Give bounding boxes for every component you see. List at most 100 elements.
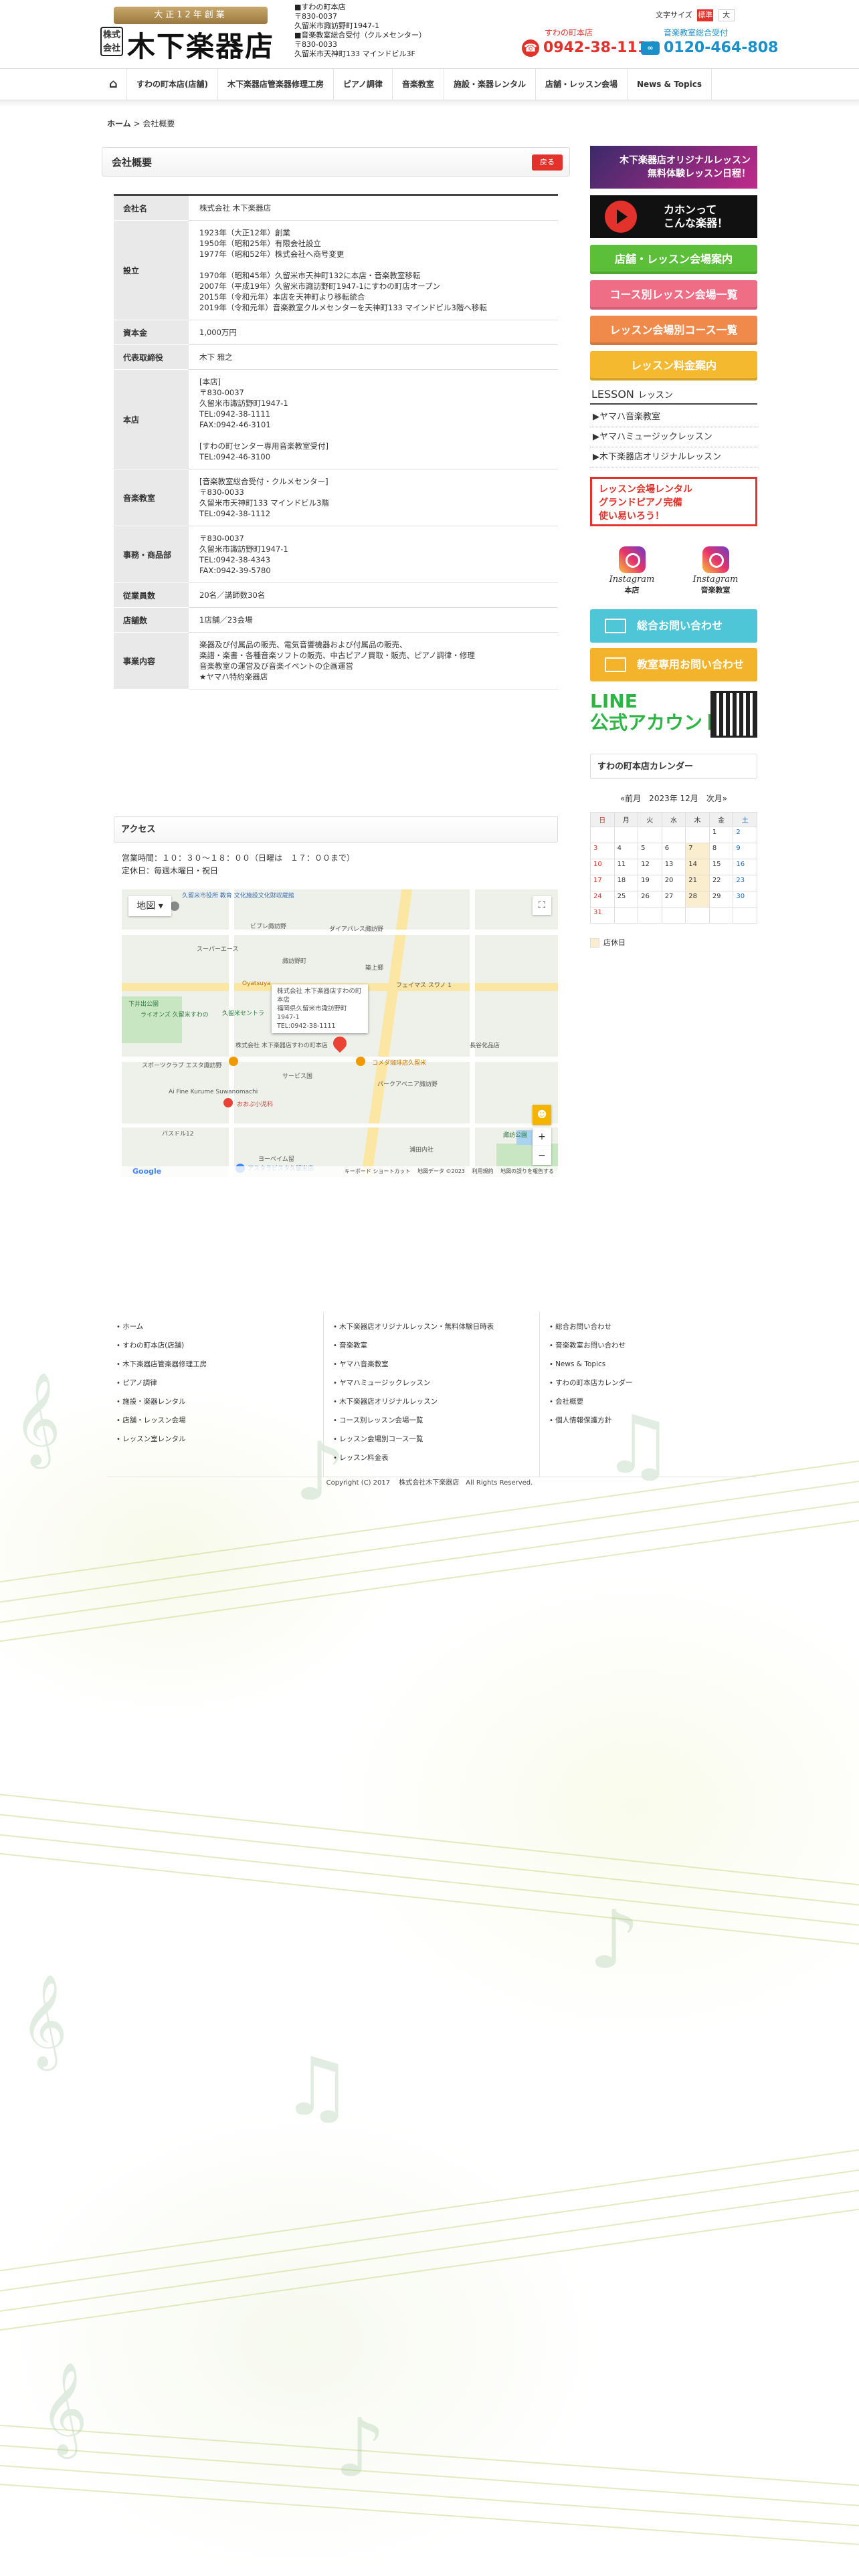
map-label: フェイマス スワノ 1 xyxy=(396,982,452,989)
calendar-table: 日月火水木金土 1 2 3 4 5 6 7 8 9 10 11 12 13 14 15 16 17 18 19 20 2… xyxy=(590,812,757,924)
map-type-button[interactable]: 地図 ▾ xyxy=(128,896,171,916)
instagram-school-link[interactable]: Instagram 音楽教室 xyxy=(682,546,749,604)
map-label: 久留米市役所 教育 文化施設文化財収蔵館 xyxy=(182,893,294,899)
instagram-store-link[interactable]: Instagram 本店 xyxy=(599,546,666,604)
footer-link[interactable]: ヤマハミュージックレッスン xyxy=(333,1374,530,1392)
banner-rental[interactable]: レッスン会場レンタル グランドピアノ完備 使い易いろう！ xyxy=(590,477,757,526)
site-footer: 𝄞 ♪ ♫ 𝄞 ♫ ♪ 𝄞 ♪ ホームすわの町本店(店舗)木下楽器店管楽器修理工… xyxy=(0,1305,859,2576)
map-shortcuts-link[interactable]: キーボード ショートカット xyxy=(345,1168,411,1174)
footer-link[interactable]: 木下楽器店管楽器修理工房 xyxy=(116,1355,314,1374)
nav-home[interactable]: ⌂ xyxy=(100,69,127,100)
calendar-day: 20 xyxy=(661,875,686,891)
footer-link[interactable]: レッスン会場別コース一覧 xyxy=(333,1430,530,1448)
calendar-week: 17 18 19 20 21 22 23 xyxy=(590,875,757,891)
calendar-day: 3 xyxy=(590,843,615,859)
calendar-weekday: 土 xyxy=(733,812,757,827)
calendar-day: 26 xyxy=(638,891,662,907)
breadcrumb-home[interactable]: ホーム xyxy=(107,119,131,128)
lesson-link-original[interactable]: ▶木下楽器店オリジナルレッスン xyxy=(590,447,757,467)
google-map[interactable]: 久留米市役所 教育 文化施設文化財収蔵館 ビブレ諏訪野 ダイアパレス諏訪野 スー… xyxy=(122,889,558,1177)
copyright: Copyright (C) 2017 株式会社木下楽器店 All Rights … xyxy=(326,1479,533,1487)
footer-link[interactable]: すわの町本店カレンダー xyxy=(549,1374,746,1392)
breadcrumb-current: 会社概要 xyxy=(142,119,175,128)
map-info-popup[interactable]: 株式会社 木下楽器店すわの町本店 福岡県久留米市諏訪野町1947-1 TEL:0… xyxy=(272,984,368,1033)
footer-link[interactable]: 総合お問い合わせ xyxy=(549,1317,746,1336)
map-label: バスドル12 xyxy=(162,1131,194,1138)
map-label: ヨーベイム留 xyxy=(258,1156,294,1163)
banner-free-trial-text: 木下楽器店オリジナルレッスン 無料体験レッスン日程！ xyxy=(619,155,751,179)
company-row: 事務・商品部 〒830-0037 久留米市諏訪野町1947-1 TEL:0942-… xyxy=(114,526,558,583)
company-row: 会社名 株式会社 木下楽器店 xyxy=(114,195,558,221)
treble-clef-icon: 𝄞 xyxy=(20,1974,68,2067)
map-terms-link[interactable]: 利用規約 xyxy=(472,1168,493,1174)
font-size-standard-button[interactable]: 標準 xyxy=(697,9,714,21)
tel-school-label: 音楽教室総合受付 xyxy=(664,28,729,37)
footer-link[interactable]: ホーム xyxy=(116,1317,314,1336)
footer-link[interactable]: 木下楽器店オリジナルレッスン xyxy=(333,1392,530,1411)
logo-name: 木下楽器店 xyxy=(127,30,275,63)
map-report-link[interactable]: 地図の誤りを報告する xyxy=(500,1168,554,1174)
company-row: 店舗数 1店舗／23会場 xyxy=(114,607,558,633)
school-contact-button[interactable]: 教室専用お問い合わせ xyxy=(590,648,757,681)
lesson-heading-jp: レッスン xyxy=(638,391,673,401)
calendar-day: 22 xyxy=(708,875,734,891)
nav-item-store[interactable]: すわの町本店(店舗) xyxy=(127,69,218,100)
tel-school[interactable]: 音楽教室総合受付 ∞ 0120-464-808 xyxy=(641,27,778,56)
footer-link[interactable]: 会社概要 xyxy=(549,1392,746,1411)
breadcrumb-separator: > xyxy=(130,119,143,128)
company-row-value: 楽器及び付属品の販売、電気音響機器および付属品の販売、 楽譜・楽書・各種音楽ソフ… xyxy=(189,632,558,689)
course-venue-button[interactable]: コース別レッスン会場一覧 xyxy=(590,280,757,310)
calendar-weekday: 水 xyxy=(661,812,686,827)
nav-item-tuning[interactable]: ピアノ調律 xyxy=(334,69,393,100)
line-account[interactable]: LINE 公式アカウント xyxy=(590,691,757,742)
fullscreen-icon[interactable]: ⛶ xyxy=(533,896,551,915)
footer-link[interactable]: レッスン室レンタル xyxy=(116,1430,314,1448)
address-line: 〒830-0033 xyxy=(294,40,337,49)
calendar-nav[interactable]: «前月 2023年 12月 次月» xyxy=(590,792,757,804)
calendar-weekday: 火 xyxy=(638,812,662,827)
street-view-icon[interactable]: ☻ xyxy=(533,1105,551,1125)
fee-guide-button[interactable]: レッスン料金案内 xyxy=(590,351,757,381)
zoom-in-button[interactable]: + xyxy=(533,1128,551,1146)
lesson-link-yamaha-school[interactable]: ▶ヤマハ音楽教室 xyxy=(590,407,757,427)
nav-item-rental[interactable]: 施設・楽器レンタル xyxy=(444,69,536,100)
footer-link[interactable]: 個人情報保護方針 xyxy=(549,1411,746,1430)
map-pin[interactable] xyxy=(330,1033,350,1053)
footer-link[interactable]: 音楽教室 xyxy=(333,1336,530,1355)
footer-link[interactable]: レッスン料金表 xyxy=(333,1448,530,1467)
footer-link[interactable]: 木下楽器店オリジナルレッスン・無料体験日時表 xyxy=(333,1317,530,1336)
calendar-day: 31 xyxy=(590,907,615,924)
nav-item-repair[interactable]: 木下楽器店管楽器修理工房 xyxy=(218,69,334,100)
font-size-large-button[interactable]: 大 xyxy=(718,9,735,21)
footer-link[interactable]: 施設・楽器レンタル xyxy=(116,1392,314,1411)
zoom-out-button[interactable]: − xyxy=(533,1146,551,1165)
banner-free-trial[interactable]: 木下楽器店オリジナルレッスン 無料体験レッスン日程！ xyxy=(590,146,757,189)
footer-link[interactable]: News & Topics xyxy=(549,1355,746,1374)
back-button[interactable]: 戻る xyxy=(532,154,563,171)
main-content: 会社概要 戻る 会社名 株式会社 木下楽器店 設立 1923年（大正12年）創業 19… xyxy=(102,147,570,1177)
general-contact-button[interactable]: 総合お問い合わせ xyxy=(590,609,757,643)
footer-link[interactable]: すわの町本店(店舗) xyxy=(116,1336,314,1355)
venue-course-button[interactable]: レッスン会場別コース一覧 xyxy=(590,316,757,345)
calendar-week: 31 xyxy=(590,907,757,924)
footer-link[interactable]: ヤマハ音楽教室 xyxy=(333,1355,530,1374)
nav-item-venues[interactable]: 店舗・レッスン会場 xyxy=(536,69,628,100)
nav-item-news[interactable]: News & Topics xyxy=(628,69,712,100)
footer-link[interactable]: ピアノ調律 xyxy=(116,1374,314,1392)
map-footer: Google キーボード ショートカット 地図データ ©2023 利用規約 地図… xyxy=(122,1166,558,1177)
company-row: 設立 1923年（大正12年）創業 1950年（昭和25年）有限会社設立 1977… xyxy=(114,220,558,320)
address-line: 久留米市諏訪野町1947-1 xyxy=(294,21,379,30)
footer-link[interactable]: コース別レッスン会場一覧 xyxy=(333,1411,530,1430)
instagram-icon xyxy=(702,546,729,573)
map-type-label: 地図 xyxy=(136,901,156,911)
calendar-day: 23 xyxy=(733,875,757,891)
site-logo[interactable]: 大正12年創業 株式会社 木下楽器店 xyxy=(100,7,284,63)
freedial-icon: ∞ xyxy=(641,41,660,55)
tel-store[interactable]: すわの町本店 ☎ 0942-38-1111 xyxy=(522,27,658,57)
nav-item-school[interactable]: 音楽教室 xyxy=(393,69,444,100)
lesson-link-yamaha-music[interactable]: ▶ヤマハミュージックレッスン xyxy=(590,427,757,447)
footer-link[interactable]: 店舗・レッスン会場 xyxy=(116,1411,314,1430)
venue-guide-button[interactable]: 店舗・レッスン会場案内 xyxy=(590,245,757,274)
banner-cajon[interactable]: カホンって こんな楽器！ xyxy=(590,195,757,238)
footer-link[interactable]: 音楽教室お問い合わせ xyxy=(549,1336,746,1355)
